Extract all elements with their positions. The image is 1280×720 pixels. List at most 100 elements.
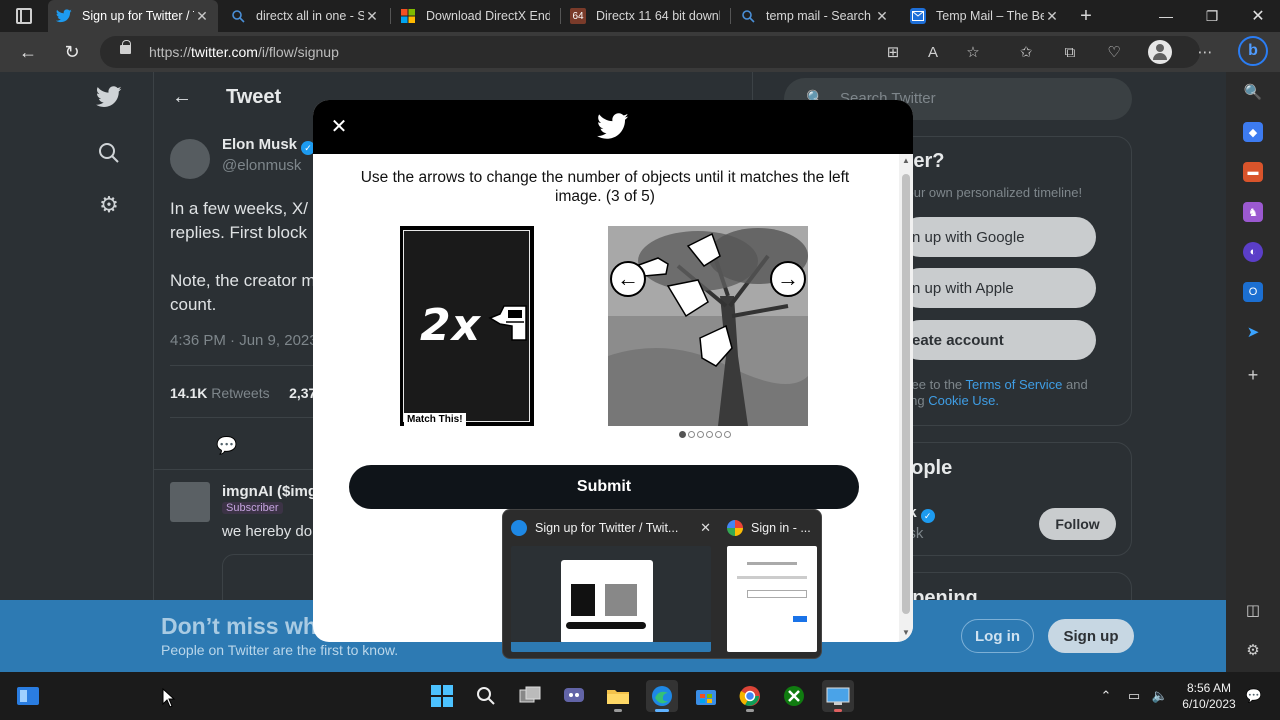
collections-icon[interactable]: ⧉	[1059, 41, 1081, 63]
legal-text: ding Cookie Use.	[900, 393, 999, 409]
sign-up-apple-button[interactable]: n up with Apple	[900, 268, 1096, 308]
tweet-timestamp[interactable]: 4:36 PM · Jun 9, 2023	[170, 332, 318, 349]
add-sidebar-app-icon[interactable]: +	[1243, 365, 1263, 385]
tab-title: Download DirectX End-User Runtime	[426, 9, 550, 23]
close-tab-icon[interactable]: ✕	[1044, 8, 1060, 25]
reference-count: 2x	[420, 300, 481, 351]
avatar[interactable]	[170, 482, 210, 522]
teams-chat-icon[interactable]	[558, 680, 590, 712]
back-arrow-icon[interactable]: ←	[172, 86, 192, 109]
favorites-icon[interactable]: ✩	[1015, 41, 1037, 63]
microsoft-store-icon[interactable]	[690, 680, 722, 712]
tab-sign-up-twitter[interactable]: Sign up for Twitter / Twitter ✕	[48, 0, 218, 32]
network-monitor-icon[interactable]: ▭	[1124, 686, 1144, 706]
tab-actions-icon[interactable]	[16, 8, 32, 24]
tools-briefcase-icon[interactable]: ▬	[1243, 162, 1263, 182]
author-name[interactable]: Elon Musk ✓	[222, 136, 316, 155]
captcha-step-dots	[679, 431, 731, 439]
previous-arrow-button[interactable]: ←	[610, 261, 646, 297]
tab-temp-mail-search[interactable]: temp mail - Search ✕	[732, 0, 898, 32]
browser-essentials-icon[interactable]: ♡	[1103, 41, 1125, 63]
more-menu-icon[interactable]: ⋯	[1194, 41, 1216, 63]
restore-icon[interactable]: ❐	[1189, 0, 1235, 32]
tab-temp-mail[interactable]: Temp Mail – The Best ✕	[902, 0, 1068, 32]
outlook-icon[interactable]: O	[1243, 282, 1263, 302]
tweet-text-line: Note, the creator m	[170, 271, 316, 290]
tab-download-directx[interactable]: Download DirectX End-User Runtime	[392, 0, 558, 32]
profile-avatar-icon[interactable]	[1148, 40, 1172, 64]
close-preview-icon[interactable]: ✕	[700, 520, 711, 536]
tweet-stats[interactable]: 14.1K Retweets 2,37	[170, 385, 316, 401]
close-tab-icon[interactable]: ✕	[874, 8, 890, 25]
bing-chat-icon[interactable]: b	[1238, 36, 1268, 66]
scroll-thumb[interactable]	[902, 174, 910, 614]
sign-up-button[interactable]: Sign up	[1048, 619, 1134, 653]
sidebar-settings-icon[interactable]: ⚙	[1243, 640, 1263, 660]
explore-search-icon[interactable]	[96, 140, 122, 166]
system-clock[interactable]: 8:56 AM 6/10/2023	[1180, 680, 1238, 712]
submit-button[interactable]: Submit	[349, 465, 859, 509]
games-icon[interactable]: ♞	[1243, 202, 1263, 222]
shopping-tag-icon[interactable]: ◆	[1243, 122, 1263, 142]
follow-button[interactable]: Follow	[1039, 508, 1116, 540]
preview-google-signin-window[interactable]: Sign in - ...	[727, 516, 817, 654]
tweet-text-line: In a few weeks, X/	[170, 199, 308, 218]
preview-twitter-window[interactable]: Sign up for Twitter / Twit... ✕	[511, 516, 711, 654]
show-hidden-icons-chevron-icon[interactable]: ⌃	[1096, 686, 1116, 706]
chrome-icon[interactable]	[734, 680, 766, 712]
taskbar-search-icon[interactable]	[470, 680, 502, 712]
scroll-down-icon[interactable]: ▼	[902, 628, 910, 637]
start-windows-icon[interactable]	[426, 680, 458, 712]
settings-gear-icon[interactable]: ⚙	[96, 192, 122, 218]
new-tab-button[interactable]: +	[1072, 0, 1100, 32]
tab-title: directx all in one - Search	[256, 9, 364, 23]
log-in-button[interactable]: Log in	[961, 619, 1034, 653]
scroll-up-icon[interactable]: ▲	[902, 156, 910, 165]
drop-send-icon[interactable]: ➤	[1243, 322, 1263, 342]
lock-icon	[120, 40, 131, 54]
volume-muted-icon[interactable]: 🔈	[1150, 686, 1170, 706]
tree-scene-illustration	[608, 226, 808, 426]
task-view-icon[interactable]	[514, 680, 546, 712]
close-tab-icon[interactable]: ✕	[194, 8, 210, 25]
author-handle[interactable]: @elonmusk	[222, 157, 301, 174]
twitter-icon	[56, 8, 72, 24]
app-available-icon[interactable]: ⊞	[882, 41, 904, 63]
xbox-icon[interactable]	[778, 680, 810, 712]
sign-up-google-button[interactable]: n up with Google	[900, 217, 1096, 257]
cookie-use-link[interactable]: Cookie Use.	[928, 393, 999, 408]
tab-separator	[390, 8, 391, 24]
edge-browser-icon[interactable]	[646, 680, 678, 712]
avatar[interactable]	[170, 139, 210, 179]
file-explorer-icon[interactable]	[602, 680, 634, 712]
terms-of-service-link[interactable]: Terms of Service	[966, 377, 1063, 392]
create-account-button[interactable]: eate account	[900, 320, 1096, 360]
favorite-star-icon[interactable]: ☆	[962, 41, 984, 63]
refresh-icon[interactable]: ↻	[54, 32, 90, 72]
microsoft-365-icon[interactable]: ◐	[1243, 242, 1263, 262]
minimize-icon[interactable]: —	[1143, 0, 1189, 32]
tab-directx-search[interactable]: directx all in one - Search ✕	[222, 0, 388, 32]
preview-image	[511, 546, 711, 652]
reply-icon[interactable]: 💬	[216, 436, 237, 456]
search-icon[interactable]: 🔍	[1243, 82, 1263, 102]
close-window-icon[interactable]: ✕	[1235, 0, 1280, 32]
running-indicator	[834, 709, 842, 712]
notifications-icon[interactable]: 💬	[1244, 686, 1264, 706]
next-arrow-button[interactable]: →	[770, 261, 806, 297]
address-toolbar: ← ↻ https://twitter.com/i/flow/signup ⊞ …	[0, 32, 1280, 72]
match-this-label: Match This!	[404, 413, 466, 426]
reply-author-name[interactable]: imgnAI ($img	[222, 483, 317, 500]
modal-scrollbar[interactable]: ▲ ▼	[899, 154, 913, 642]
tab-directx-11-64bit[interactable]: 64 Directx 11 64 bit download	[562, 0, 728, 32]
close-tab-icon[interactable]: ✕	[364, 8, 380, 25]
step-dot	[724, 431, 731, 438]
read-aloud-icon[interactable]: A	[922, 41, 944, 63]
banner-subtitle: People on Twitter are the first to know.	[161, 642, 399, 658]
remote-desktop-icon[interactable]	[822, 680, 854, 712]
back-icon[interactable]: ←	[10, 32, 46, 72]
widgets-icon[interactable]	[12, 680, 44, 712]
twitter-logo-icon[interactable]	[96, 84, 122, 110]
close-icon[interactable]: ✕	[329, 117, 349, 137]
hide-sidebar-icon[interactable]: ◫	[1243, 600, 1263, 620]
